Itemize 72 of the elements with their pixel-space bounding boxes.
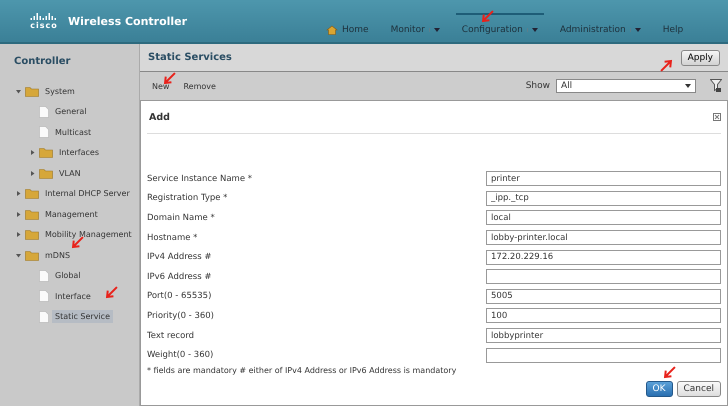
- folder-icon: [25, 86, 39, 97]
- page-icon: [39, 270, 49, 282]
- product-title: Wireless Controller: [68, 14, 188, 28]
- caret-icon: [526, 28, 538, 32]
- ok-button[interactable]: OK: [646, 380, 672, 397]
- filter-icon[interactable]: [710, 79, 722, 93]
- field-label: Text record: [147, 330, 194, 341]
- input-field[interactable]: printer: [486, 171, 721, 186]
- tree-item[interactable]: General: [52, 105, 90, 118]
- field-label: IPv4 Address #: [147, 252, 212, 262]
- show-label: Show: [526, 81, 550, 91]
- folder-icon: [39, 147, 53, 158]
- collapsed-triangle-icon[interactable]: [30, 170, 35, 176]
- tree-item[interactable]: mDNS: [42, 248, 74, 262]
- expanded-triangle-icon[interactable]: [16, 88, 21, 94]
- input-field[interactable]: [486, 348, 721, 363]
- sidebar-title: Controller: [13, 55, 72, 69]
- tree-item[interactable]: Mobility Management: [42, 228, 135, 242]
- footnote: * fields are mandatory # either of IPv4 Address or IPv6 Address is mandatory: [147, 366, 458, 375]
- logo-bars-icon: [30, 12, 58, 20]
- tree-item[interactable]: Global: [52, 269, 84, 282]
- folder-icon: [25, 229, 39, 240]
- apply-button[interactable]: Apply: [680, 50, 720, 66]
- tree-item[interactable]: Interface: [52, 290, 94, 303]
- field-label: Registration Type *: [147, 193, 228, 204]
- field-label: Service Instance Name *: [147, 174, 252, 184]
- tree-item[interactable]: Management: [42, 208, 101, 221]
- toolbar-action[interactable]: New: [152, 82, 170, 90]
- field-label: Hostname *: [147, 232, 198, 243]
- tree-item[interactable]: Multicast: [52, 126, 94, 139]
- tree-item[interactable]: Static Service: [52, 310, 113, 324]
- expanded-triangle-icon[interactable]: [16, 252, 21, 258]
- collapsed-triangle-icon[interactable]: [16, 191, 21, 196]
- folder-icon: [39, 168, 53, 179]
- home-icon: [326, 25, 338, 35]
- close-icon[interactable]: [713, 113, 721, 121]
- input-field[interactable]: local: [486, 210, 721, 226]
- caret-icon: [630, 28, 641, 32]
- logo-text: cisco: [30, 20, 58, 30]
- field-label: IPv6 Address #: [147, 272, 212, 282]
- folder-icon: [25, 188, 39, 200]
- field-label: Weight(0 - 360): [147, 350, 214, 360]
- input-field[interactable]: [486, 269, 721, 284]
- tree-item[interactable]: System: [42, 84, 78, 98]
- field-label: Priority(0 - 360): [147, 310, 214, 321]
- input-field[interactable]: 172.20.229.16: [486, 250, 721, 265]
- input-field[interactable]: 100: [486, 308, 721, 324]
- toolbar-action[interactable]: Remove: [183, 82, 216, 90]
- folder-icon: [25, 208, 39, 220]
- page-icon: [39, 106, 49, 118]
- caret-icon: [428, 28, 440, 32]
- field-label: Domain Name *: [147, 212, 215, 223]
- input-field[interactable]: lobby-printer.local: [486, 230, 721, 246]
- input-field[interactable]: _ipp._tcp: [486, 190, 721, 206]
- page-icon: [39, 290, 49, 302]
- page-icon: [39, 310, 49, 323]
- show-dropdown[interactable]: All: [556, 79, 696, 93]
- tree-item[interactable]: Internal DHCP Server: [42, 187, 133, 200]
- tree-item[interactable]: Interfaces: [56, 146, 102, 160]
- collapsed-triangle-icon[interactable]: [30, 150, 35, 156]
- page-title: Static Services: [148, 52, 232, 63]
- input-field[interactable]: lobbyprinter: [486, 328, 721, 344]
- collapsed-triangle-icon[interactable]: [16, 212, 21, 217]
- cancel-button[interactable]: Cancel: [676, 380, 721, 397]
- caret-icon: [685, 84, 691, 88]
- input-field[interactable]: 5005: [486, 288, 721, 304]
- dialog-title: Add: [149, 112, 170, 122]
- page-icon: [39, 126, 49, 138]
- field-label: Port(0 - 65535): [147, 291, 212, 302]
- collapsed-triangle-icon[interactable]: [16, 232, 21, 238]
- tree-item[interactable]: VLAN: [56, 166, 84, 180]
- folder-icon: [25, 250, 39, 261]
